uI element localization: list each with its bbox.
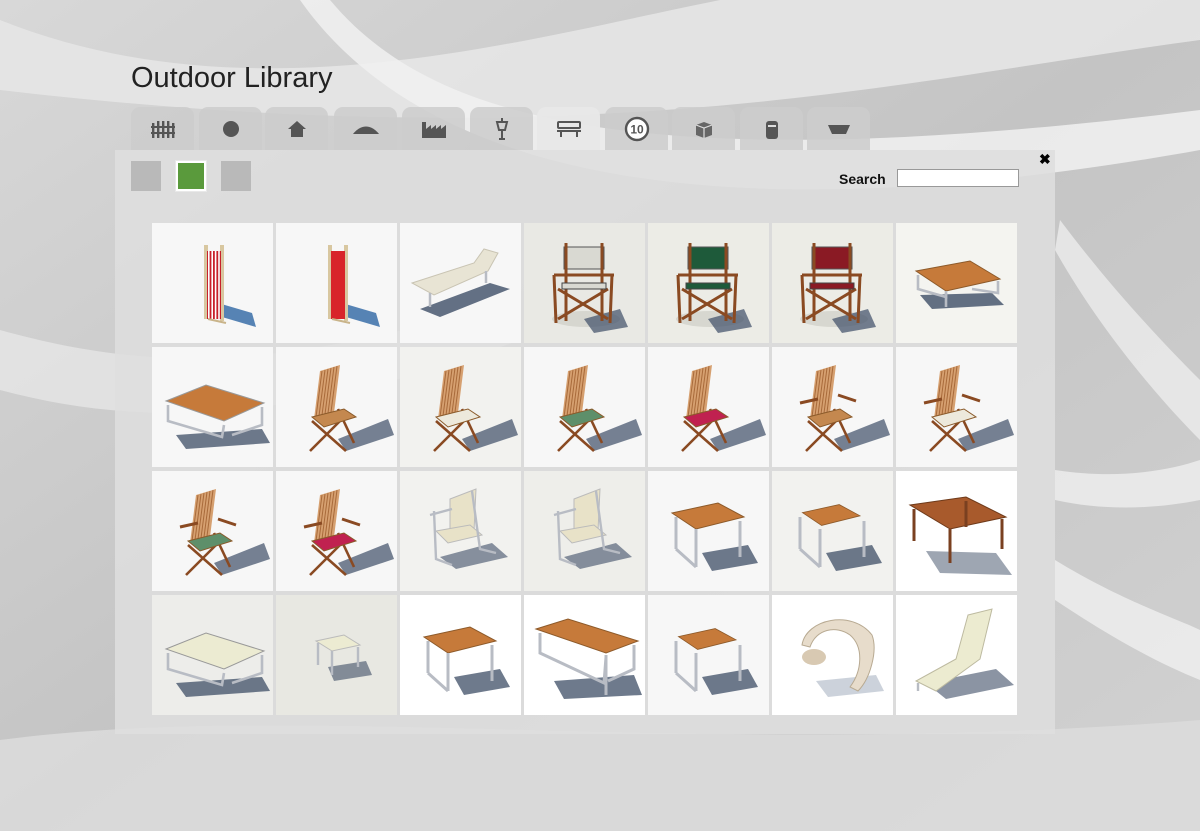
library-item-side-table-small[interactable] xyxy=(772,471,893,591)
tab-planter[interactable] xyxy=(807,107,870,150)
tab-bench[interactable] xyxy=(537,107,600,150)
director-thumbnail xyxy=(552,243,628,333)
library-item-side-table-small[interactable] xyxy=(648,595,769,715)
long-table-thumbnail xyxy=(534,618,642,699)
mound-icon xyxy=(352,123,379,135)
fence-icon xyxy=(150,120,175,138)
planter-icon xyxy=(827,123,851,135)
library-item-director[interactable] xyxy=(524,223,645,343)
page-title: Outdoor Library xyxy=(131,62,333,94)
library-item-pod-chair[interactable] xyxy=(772,595,893,715)
speed-sign-value: 10 xyxy=(630,122,644,136)
library-item-low-table-wide[interactable] xyxy=(152,347,273,467)
side-table-thumbnail xyxy=(422,626,510,695)
library-item-sling-chair[interactable] xyxy=(524,471,645,591)
library-item-lounge-chair[interactable] xyxy=(896,595,1017,715)
library-item-folding-chair[interactable] xyxy=(648,347,769,467)
factory-icon xyxy=(421,120,447,138)
library-item-folding-armchair[interactable] xyxy=(896,347,1017,467)
sling-chair-thumbnail xyxy=(429,488,508,569)
tab-bin[interactable] xyxy=(740,107,803,150)
library-item-folding-chair[interactable] xyxy=(524,347,645,467)
library-item-folding-chair[interactable] xyxy=(400,347,521,467)
search-label: Search xyxy=(839,171,886,187)
library-item-director[interactable] xyxy=(648,223,769,343)
folding-chair-thumbnail xyxy=(557,365,642,452)
close-icon[interactable]: ✖ xyxy=(1039,151,1051,167)
side-table-thumbnail xyxy=(670,502,758,571)
library-item-deckchair[interactable] xyxy=(276,223,397,343)
library-item-folding-armchair[interactable] xyxy=(276,471,397,591)
tab-fence[interactable] xyxy=(131,107,194,150)
circle-icon xyxy=(221,119,241,139)
house-icon xyxy=(287,120,307,138)
bin-icon xyxy=(764,118,780,140)
stool-thumbnail xyxy=(314,634,372,681)
folding-chair-thumbnail xyxy=(433,365,518,452)
folding-armchair-thumbnail xyxy=(179,489,270,576)
library-item-long-table[interactable] xyxy=(524,595,645,715)
color-swatch-2[interactable] xyxy=(176,161,206,191)
library-item-director[interactable] xyxy=(772,223,893,343)
search-input[interactable] xyxy=(897,169,1019,187)
tab-speed-sign[interactable]: 10 xyxy=(605,107,668,150)
tab-house[interactable] xyxy=(265,107,328,150)
folding-armchair-thumbnail xyxy=(799,365,890,452)
library-item-folding-chair[interactable] xyxy=(276,347,397,467)
folding-armchair-thumbnail xyxy=(303,489,394,576)
side-table-small-thumbnail xyxy=(798,504,882,571)
street-lamp-icon xyxy=(493,117,511,141)
director-thumbnail xyxy=(800,243,876,333)
bench-icon xyxy=(556,120,582,138)
low-table-wide-thumbnail xyxy=(164,384,270,449)
lounger-thumbnail xyxy=(410,248,510,317)
library-item-side-table[interactable] xyxy=(648,471,769,591)
color-swatch-1[interactable] xyxy=(131,161,161,191)
lounge-chair-thumbnail xyxy=(914,608,1014,699)
tab-circle[interactable] xyxy=(199,107,262,150)
folding-chair-thumbnail xyxy=(681,365,766,452)
side-table-small-thumbnail xyxy=(674,628,758,695)
pod-chair-thumbnail xyxy=(801,619,884,697)
library-item-stool[interactable] xyxy=(276,595,397,715)
library-item-dining-table[interactable] xyxy=(896,471,1017,591)
box-icon xyxy=(694,119,714,139)
folding-armchair-thumbnail xyxy=(923,365,1014,452)
library-item-side-table[interactable] xyxy=(400,595,521,715)
dining-table-thumbnail xyxy=(908,496,1012,575)
deckchair-thumbnail xyxy=(328,245,380,327)
low-table-thumbnail xyxy=(914,260,1004,309)
color-swatch-3[interactable] xyxy=(221,161,251,191)
deckchair-thumbnail xyxy=(204,245,256,327)
speed-sign-icon: 10 xyxy=(624,116,650,142)
library-item-deckchair[interactable] xyxy=(152,223,273,343)
tab-factory[interactable] xyxy=(402,107,465,150)
library-item-lounger[interactable] xyxy=(400,223,521,343)
library-item-sling-chair[interactable] xyxy=(400,471,521,591)
tab-mound[interactable] xyxy=(334,107,397,150)
tab-box[interactable] xyxy=(672,107,735,150)
sling-chair-thumbnail xyxy=(553,488,632,569)
tab-street-lamp[interactable] xyxy=(470,107,533,150)
library-item-low-table[interactable] xyxy=(896,223,1017,343)
library-item-folding-armchair[interactable] xyxy=(772,347,893,467)
low-table-wide-thumbnail xyxy=(164,632,270,697)
library-item-low-table-wide[interactable] xyxy=(152,595,273,715)
folding-chair-thumbnail xyxy=(309,365,394,452)
library-item-folding-armchair[interactable] xyxy=(152,471,273,591)
director-thumbnail xyxy=(676,243,752,333)
